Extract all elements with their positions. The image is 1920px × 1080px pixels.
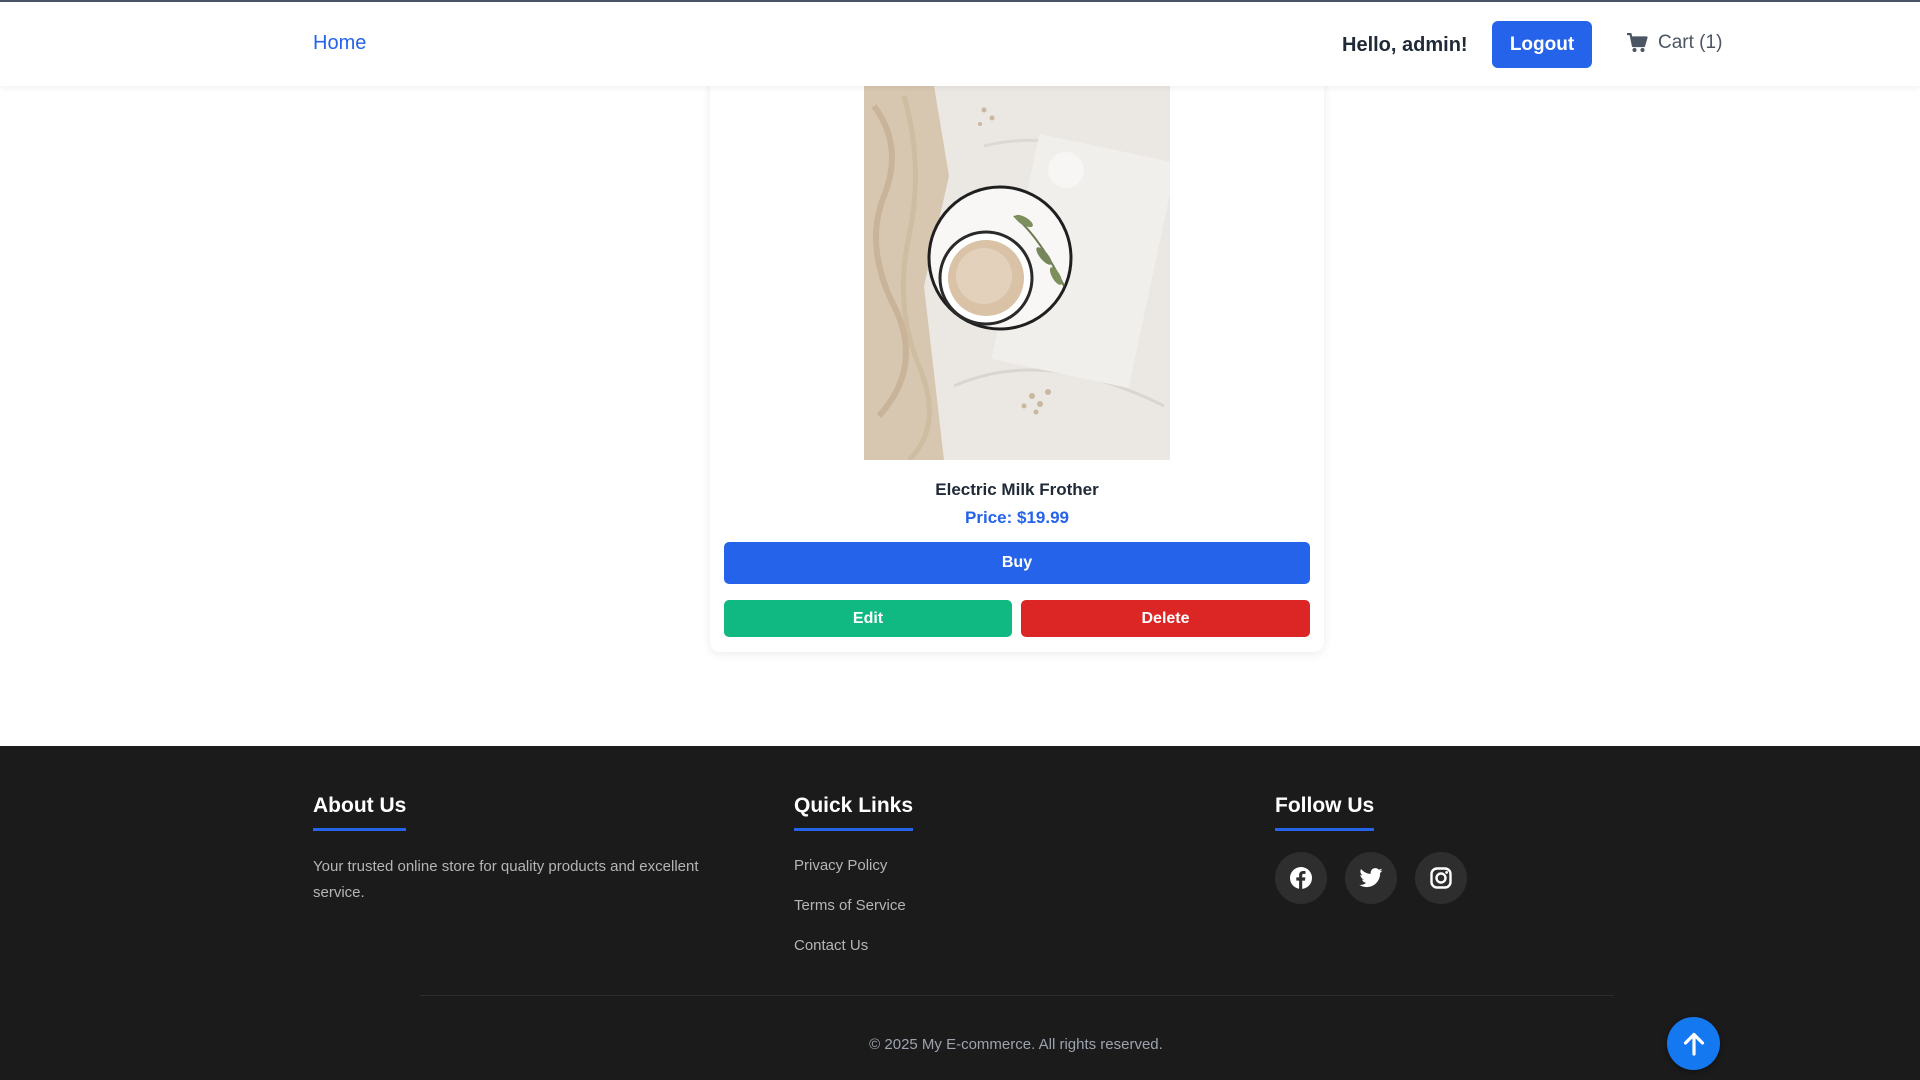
facebook-link[interactable] [1275,852,1327,904]
product-price: Price: $19.99 [965,508,1069,527]
navbar: Home Hello, admin! Logout Cart (1) [0,2,1920,86]
footer-divider [420,995,1614,996]
about-us-heading: About Us [313,794,407,831]
twitter-icon [1359,868,1383,888]
arrow-up-icon [1683,1032,1704,1056]
logout-button[interactable]: Logout [1492,21,1592,68]
shopping-cart-icon [1627,33,1648,52]
instagram-link[interactable] [1415,852,1467,904]
product-image [864,86,1170,460]
delete-button[interactable]: Delete [1021,600,1310,637]
scroll-to-top-button[interactable] [1667,1017,1720,1070]
cart-label: Cart (1) [1658,32,1723,53]
terms-of-service-link[interactable]: Terms of Service [794,897,906,914]
greeting-text: Hello, admin! [1342,34,1468,56]
footer: About Us Your trusted online store for q… [0,746,1920,1080]
product-name: Electric Milk Frother [935,480,1099,499]
privacy-policy-link[interactable]: Privacy Policy [794,857,887,874]
about-us-text: Your trusted online store for quality pr… [313,858,699,901]
copyright-text: © 2025 My E-commerce. All rights reserve… [869,1036,1163,1053]
cart-link[interactable]: Cart (1) [1626,32,1722,54]
quick-links-heading: Quick Links [794,794,914,831]
buy-button[interactable]: Buy [724,542,1310,584]
nav-home-link[interactable]: Home [313,32,366,55]
instagram-icon [1430,867,1452,889]
facebook-icon [1290,867,1312,889]
twitter-link[interactable] [1345,852,1397,904]
edit-button[interactable]: Edit [724,600,1012,637]
follow-us-heading: Follow Us [1275,794,1375,831]
contact-us-link[interactable]: Contact Us [794,937,868,954]
